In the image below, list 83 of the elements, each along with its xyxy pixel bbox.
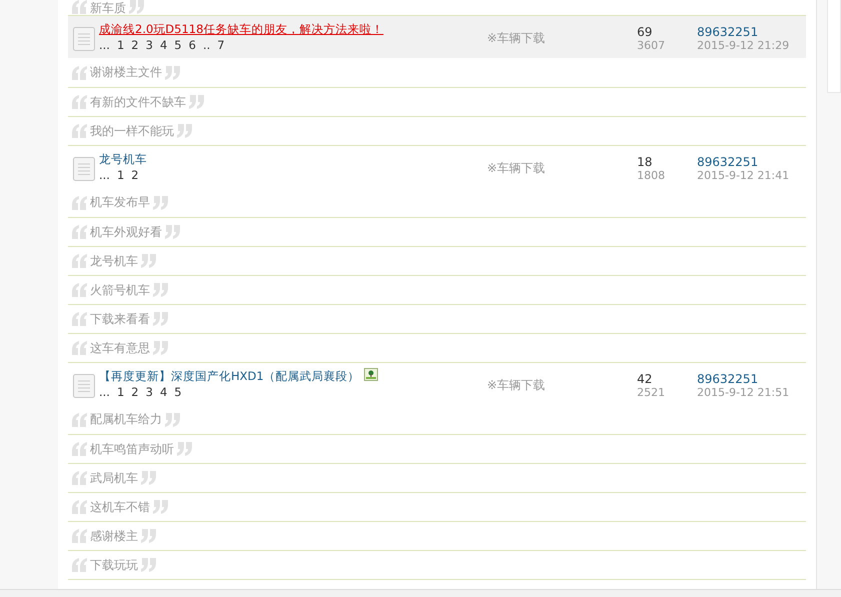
page-link[interactable]: 3 [146,38,153,52]
page-link[interactable]: 2 [131,168,139,182]
document-icon [73,157,95,181]
reply-count: 69 [637,25,654,39]
view-count: 3607 [637,39,666,53]
reply-text: 机车外观好看 [90,224,162,240]
page-link[interactable]: 1 [116,168,124,182]
reply-text: 谢谢楼主文件 [90,64,162,81]
reply-text: 龙号机车 [90,252,138,270]
reply-count: 42 [637,372,654,386]
quote-close-icon [189,95,204,109]
page-link[interactable]: 4 [160,38,168,52]
page-link[interactable]: 1 [116,385,124,399]
quote-close-icon [177,442,192,456]
reply-text: 机车鸣笛声动听 [90,440,174,458]
view-count: 2521 [637,386,666,400]
quote-open-icon [72,529,87,543]
reply-text: 新车质 [90,0,126,17]
reply-text: 这车有意思 [90,340,150,356]
page-link[interactable]: ... [99,385,110,399]
quote-open-icon [72,500,87,514]
quote-close-icon [153,312,168,326]
page-link[interactable]: 2 [131,385,139,399]
quote-close-icon [165,412,180,426]
quote-open-icon [72,196,87,210]
quote-close-icon [165,66,180,80]
reply-text: 配属机车给力 [90,411,162,428]
reply-text: 下载玩玩 [90,556,138,574]
page-link[interactable]: 7 [217,38,225,52]
author-link[interactable]: 89632251 [697,372,790,386]
page-link[interactable]: 6 [188,38,196,52]
quote-open-icon [72,254,87,268]
quote-open-icon [72,66,87,80]
quote-open-icon [72,558,87,572]
reply-text: 有新的文件不缺车 [90,94,186,110]
quote-close-icon [153,283,168,297]
page-link[interactable]: 5 [174,385,182,399]
quote-close-icon [153,500,168,514]
document-icon [73,27,95,51]
quote-close-icon [177,124,192,138]
reply-text: 我的一样不能玩 [90,122,174,140]
page-link[interactable]: 4 [160,385,168,399]
quote-close-icon [141,529,156,543]
author-link[interactable]: 89632251 [697,155,790,169]
reply-count: 18 [637,155,654,169]
page-link[interactable]: .. [202,38,210,52]
quote-open-icon [72,341,87,355]
view-count: 1808 [637,169,666,183]
page-link[interactable]: 5 [174,38,182,52]
post-date: 2015-9-12 21:29 [697,39,790,53]
reply-text: 这机车不错 [90,498,150,516]
page-link[interactable]: 2 [131,38,139,52]
quote-close-icon [141,471,156,485]
reply-text: 火箭号机车 [90,282,150,298]
page-link[interactable]: 1 [116,38,124,52]
page-link[interactable]: 3 [146,385,153,399]
quote-close-icon [141,558,156,572]
thread-title-link[interactable]: 成渝线2.0玩D5118任务缺车的朋友，解决方法来啦！ [99,21,391,37]
reply-text: 武局机车 [90,470,138,486]
author-link[interactable]: 89632251 [697,25,790,39]
quote-close-icon [153,196,168,210]
thread-title-link[interactable]: 龙号机车 [99,151,391,167]
post-date: 2015-9-12 21:41 [697,169,790,183]
quote-open-icon [72,283,87,297]
quote-close-icon [165,225,180,239]
quote-close-icon [141,254,156,268]
quote-open-icon [72,471,87,485]
quote-open-icon [72,124,87,138]
quote-close-icon [153,341,168,355]
reply-text: 机车发布早 [90,194,150,211]
page-link[interactable]: ... [99,38,110,52]
document-icon [73,374,95,398]
quote-open-icon [72,312,87,326]
quote-open-icon [72,95,87,109]
thread-title-link[interactable]: 深度国产化HXD1（配属武局襄段） [171,369,360,383]
quote-open-icon [72,225,87,239]
page-link[interactable]: ... [99,168,110,182]
reply-text: 下载来看看 [90,310,150,328]
quote-open-icon [72,442,87,456]
thread-prefix-link[interactable]: 【再度更新】 [99,369,171,383]
post-date: 2015-9-12 21:51 [697,386,790,400]
reply-text: 感谢楼主 [90,528,138,544]
quote-open-icon [72,412,87,426]
